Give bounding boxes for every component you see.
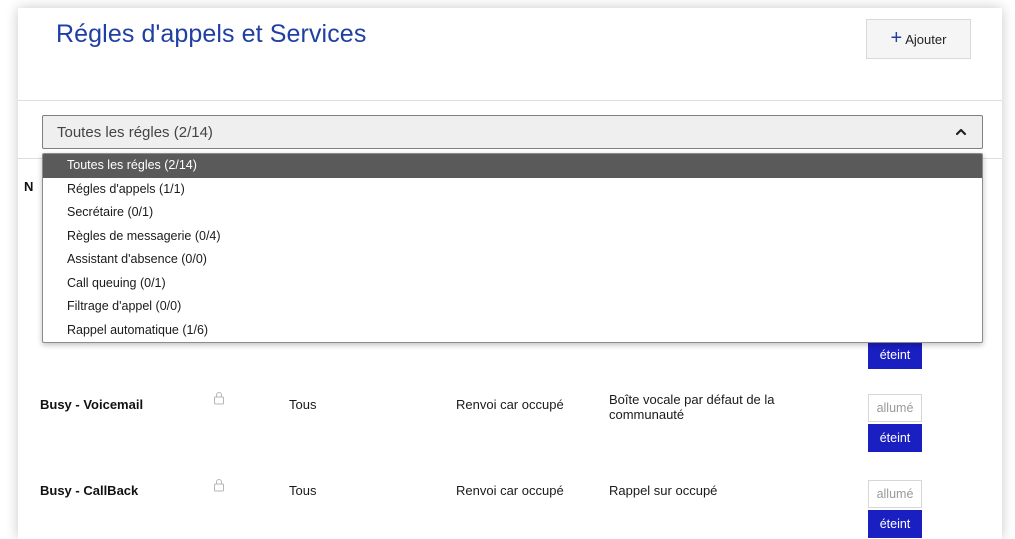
rules-filter-dropdown: Toutes les régles (2/14) Régles d'appels… — [42, 153, 983, 343]
rule-name: Busy - CallBack — [40, 483, 139, 498]
page-title: Régles d'appels et Services — [56, 20, 367, 48]
rule-scope: Tous — [289, 483, 317, 498]
dropdown-option[interactable]: Règles de messagerie (0/4) — [43, 225, 982, 249]
dropdown-option[interactable]: Filtrage d'appel (0/0) — [43, 295, 982, 319]
add-button[interactable]: + Ajouter — [866, 19, 971, 59]
rule-destination: Boîte vocale par défaut de la communauté — [609, 392, 775, 422]
rules-panel: Régles d'appels et Services + Ajouter To… — [18, 8, 1002, 539]
rule-scope: Tous — [289, 397, 317, 412]
dropdown-option[interactable]: Toutes les régles (2/14) — [43, 154, 982, 178]
chevron-up-icon — [955, 128, 967, 136]
add-button-label: Ajouter — [905, 31, 947, 47]
dropdown-option[interactable]: Secrétaire (0/1) — [43, 201, 982, 225]
toggle-off-button[interactable]: éteint — [868, 424, 922, 452]
dropdown-option[interactable]: Rappel automatique (1/6) — [43, 319, 982, 343]
dropdown-option[interactable]: Call queuing (0/1) — [43, 272, 982, 296]
toggle-off-button[interactable]: éteint — [868, 510, 922, 538]
plus-icon: + — [890, 27, 903, 49]
toggle-on-button[interactable]: allumé — [868, 394, 922, 422]
toggle-on-button[interactable]: allumé — [868, 480, 922, 508]
toggle-off-button[interactable]: éteint — [868, 341, 922, 369]
lock-icon — [214, 392, 224, 405]
header-divider — [18, 100, 1002, 101]
rule-destination: Rappel sur occupé — [609, 483, 718, 498]
column-header-name: N — [24, 179, 34, 194]
rule-type: Renvoi car occupé — [456, 397, 564, 412]
rules-filter-select[interactable]: Toutes les régles (2/14) — [42, 115, 983, 149]
dropdown-option[interactable]: Assistant d'absence (0/0) — [43, 248, 982, 272]
lock-icon — [214, 479, 224, 492]
dropdown-option[interactable]: Régles d'appels (1/1) — [43, 178, 982, 202]
rule-name: Busy - Voicemail — [40, 397, 144, 412]
rule-type: Renvoi car occupé — [456, 483, 564, 498]
rules-filter-value: Toutes les régles (2/14) — [57, 123, 213, 141]
